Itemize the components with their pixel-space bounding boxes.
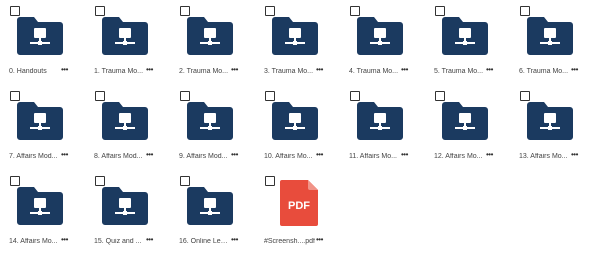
more-options-icon[interactable]: •••	[231, 151, 238, 159]
item-name[interactable]: 13. Affairs Mo...	[519, 153, 570, 161]
pdf-file-icon[interactable]: PDF	[280, 180, 318, 226]
network-folder-icon[interactable]	[102, 15, 148, 55]
folder-tile[interactable]: 16. Online Lea... •••	[170, 170, 255, 255]
folder-tile[interactable]: 10. Affairs Mo... •••	[255, 85, 340, 170]
more-options-icon[interactable]: •••	[146, 66, 153, 74]
item-name[interactable]: 14. Affairs Mo...	[9, 238, 60, 246]
item-name[interactable]: 10. Affairs Mo...	[264, 153, 315, 161]
folder-tile[interactable]: 4. Trauma Mo... •••	[340, 0, 425, 85]
more-options-icon[interactable]: •••	[61, 66, 68, 74]
network-folder-icon[interactable]	[102, 185, 148, 225]
network-folder-icon[interactable]	[187, 185, 233, 225]
more-options-icon[interactable]: •••	[61, 236, 68, 244]
file-grid: 0. Handouts ••• 1. Trauma Mo... ••• 2. Tra…	[0, 0, 595, 255]
more-options-icon[interactable]: •••	[61, 151, 68, 159]
network-folder-icon[interactable]	[187, 100, 233, 140]
more-options-icon[interactable]: •••	[316, 236, 323, 244]
more-options-icon[interactable]: •••	[146, 151, 153, 159]
network-folder-icon[interactable]	[272, 100, 318, 140]
more-options-icon[interactable]: •••	[146, 236, 153, 244]
network-folder-icon[interactable]	[442, 15, 488, 55]
more-options-icon[interactable]: •••	[486, 151, 493, 159]
item-name[interactable]: 9. Affairs Mod...	[179, 153, 230, 161]
more-options-icon[interactable]: •••	[401, 151, 408, 159]
item-name[interactable]: 6. Trauma Mo...	[519, 68, 570, 76]
folder-tile[interactable]: 6. Trauma Mo... •••	[510, 0, 595, 85]
item-name[interactable]: 7. Affairs Mod...	[9, 153, 60, 161]
network-folder-icon[interactable]	[527, 100, 573, 140]
folder-tile[interactable]: 7. Affairs Mod... •••	[0, 85, 85, 170]
folder-tile[interactable]: 14. Affairs Mo... •••	[0, 170, 85, 255]
more-options-icon[interactable]: •••	[231, 66, 238, 74]
more-options-icon[interactable]: •••	[231, 236, 238, 244]
folder-tile[interactable]: 1. Trauma Mo... •••	[85, 0, 170, 85]
item-name[interactable]: 3. Trauma Mo...	[264, 68, 315, 76]
network-folder-icon[interactable]	[17, 185, 63, 225]
folder-tile[interactable]: 15. Quiz and ... •••	[85, 170, 170, 255]
more-options-icon[interactable]: •••	[401, 66, 408, 74]
item-name[interactable]: 2. Trauma Mo...	[179, 68, 230, 76]
pdf-label: PDF	[288, 200, 310, 212]
more-options-icon[interactable]: •••	[571, 151, 578, 159]
item-name[interactable]: 4. Trauma Mo...	[349, 68, 400, 76]
item-name[interactable]: 1. Trauma Mo...	[94, 68, 145, 76]
folder-tile[interactable]: 12. Affairs Mo... •••	[425, 85, 510, 170]
folder-tile[interactable]: 5. Trauma Mo... •••	[425, 0, 510, 85]
item-name[interactable]: 12. Affairs Mo...	[434, 153, 485, 161]
select-checkbox[interactable]	[265, 176, 275, 186]
folder-tile[interactable]: 2. Trauma Mo... •••	[170, 0, 255, 85]
folder-tile[interactable]: 9. Affairs Mod... •••	[170, 85, 255, 170]
folder-tile[interactable]: 0. Handouts •••	[0, 0, 85, 85]
more-options-icon[interactable]: •••	[486, 66, 493, 74]
network-folder-icon[interactable]	[187, 15, 233, 55]
folder-tile[interactable]: 3. Trauma Mo... •••	[255, 0, 340, 85]
item-name[interactable]: 11. Affairs Mo...	[349, 153, 400, 161]
folder-tile[interactable]: 13. Affairs Mo... •••	[510, 85, 595, 170]
file-tile[interactable]: PDF #Screensh....pdf •••	[255, 170, 340, 255]
more-options-icon[interactable]: •••	[571, 66, 578, 74]
network-folder-icon[interactable]	[17, 100, 63, 140]
item-name[interactable]: #Screensh....pdf	[264, 238, 320, 246]
network-folder-icon[interactable]	[442, 100, 488, 140]
network-folder-icon[interactable]	[357, 100, 403, 140]
more-options-icon[interactable]: •••	[316, 66, 323, 74]
item-name[interactable]: 16. Online Lea...	[179, 238, 230, 246]
network-folder-icon[interactable]	[527, 15, 573, 55]
item-name[interactable]: 0. Handouts	[9, 68, 60, 76]
item-name[interactable]: 8. Affairs Mod...	[94, 153, 145, 161]
network-folder-icon[interactable]	[357, 15, 403, 55]
network-folder-icon[interactable]	[17, 15, 63, 55]
folder-tile[interactable]: 8. Affairs Mod... •••	[85, 85, 170, 170]
network-folder-icon[interactable]	[272, 15, 318, 55]
item-name[interactable]: 15. Quiz and ...	[94, 238, 145, 246]
more-options-icon[interactable]: •••	[316, 151, 323, 159]
folder-tile[interactable]: 11. Affairs Mo... •••	[340, 85, 425, 170]
network-folder-icon[interactable]	[102, 100, 148, 140]
item-name[interactable]: 5. Trauma Mo...	[434, 68, 485, 76]
